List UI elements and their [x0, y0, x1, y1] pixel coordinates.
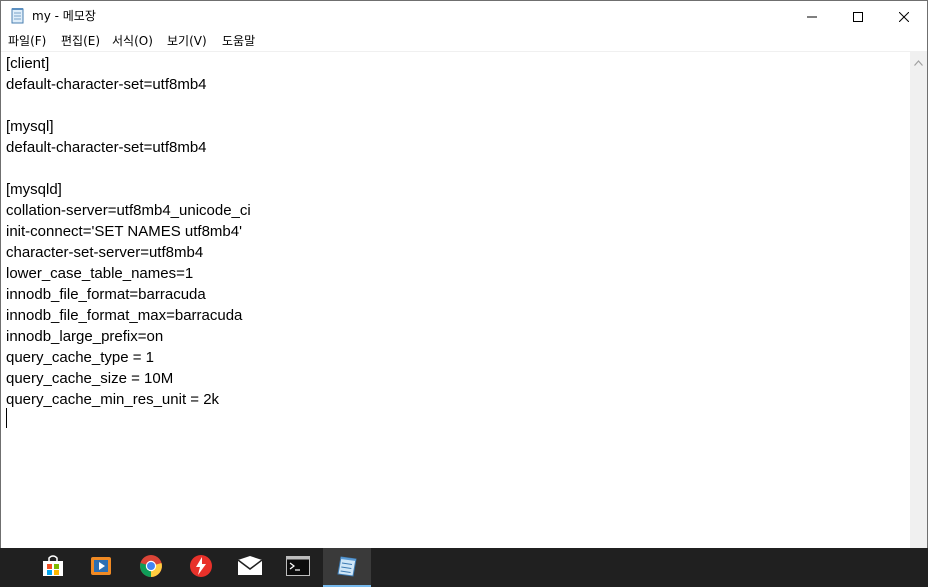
maximize-button[interactable]: [835, 1, 881, 31]
notepad-window: my - 메모장 파일(F) 편집(E) 서식(O) 보기(V) 도움말 [cl…: [0, 0, 928, 549]
store-icon: [41, 554, 65, 582]
editor-line: init-connect='SET NAMES utf8mb4': [6, 223, 242, 240]
text-caret: [6, 408, 7, 428]
close-icon: [898, 7, 910, 26]
minimize-icon: [807, 7, 817, 26]
editor-line: lower_case_table_names=1: [6, 265, 194, 282]
maximize-icon: [853, 7, 863, 26]
taskbar-item-notepad[interactable]: [323, 548, 371, 587]
chrome-icon: [139, 554, 163, 582]
menu-help[interactable]: 도움말: [222, 33, 255, 49]
minimize-button[interactable]: [789, 1, 835, 31]
menu-bar: 파일(F) 편집(E) 서식(O) 보기(V) 도움말: [1, 31, 927, 52]
taskbar-item-mail[interactable]: [226, 548, 274, 587]
editor-line: [6, 158, 251, 179]
taskbar: [0, 548, 928, 587]
editor-line: collation-server=utf8mb4_unicode_ci: [6, 202, 251, 219]
mail-icon: [237, 555, 263, 580]
chevron-up-icon: [914, 51, 923, 70]
editor-line: query_cache_type = 1: [6, 349, 155, 366]
editor-line: [6, 95, 251, 116]
close-button[interactable]: [881, 1, 927, 31]
taskbar-item-media-player[interactable]: [77, 548, 125, 587]
vertical-scrollbar[interactable]: [910, 52, 927, 549]
editor-line: default-character-set=utf8mb4: [6, 139, 207, 156]
text-editor-area[interactable]: [client] default-character-set=utf8mb4 […: [1, 52, 910, 549]
taskbar-item-flash-app[interactable]: [177, 548, 225, 587]
editor-line: [mysql]: [6, 118, 54, 135]
notepad-icon: [10, 8, 26, 24]
media-player-icon: [90, 555, 112, 581]
editor-line: [client]: [6, 55, 50, 72]
flash-app-icon: [189, 554, 213, 582]
title-bar[interactable]: my - 메모장: [1, 1, 927, 31]
notepad-icon: [335, 554, 359, 582]
editor-line: innodb_file_format_max=barracuda: [6, 307, 243, 324]
editor-line: query_cache_size = 10M: [6, 370, 174, 387]
menu-view[interactable]: 보기(V): [167, 33, 207, 49]
menu-edit[interactable]: 편집(E): [61, 33, 100, 49]
taskbar-item-chrome[interactable]: [127, 548, 175, 587]
taskbar-item-terminal[interactable]: [274, 548, 322, 587]
editor-line: default-character-set=utf8mb4: [6, 76, 207, 93]
window-title: my - 메모장: [32, 9, 96, 23]
editor-line: [mysqld]: [6, 181, 62, 198]
editor-line: innodb_large_prefix=on: [6, 328, 164, 345]
taskbar-item-partial[interactable]: [0, 548, 12, 587]
terminal-icon: [286, 555, 310, 580]
editor-lines: [client] default-character-set=utf8mb4 […: [6, 53, 251, 410]
menu-format[interactable]: 서식(O): [112, 33, 153, 49]
editor-line: innodb_file_format=barracuda: [6, 286, 206, 303]
taskbar-item-store[interactable]: [29, 548, 77, 587]
editor-line: query_cache_min_res_unit = 2k: [6, 391, 220, 408]
menu-file[interactable]: 파일(F): [8, 33, 46, 49]
scroll-up-button[interactable]: [910, 52, 927, 69]
editor-line: character-set-server=utf8mb4: [6, 244, 204, 261]
